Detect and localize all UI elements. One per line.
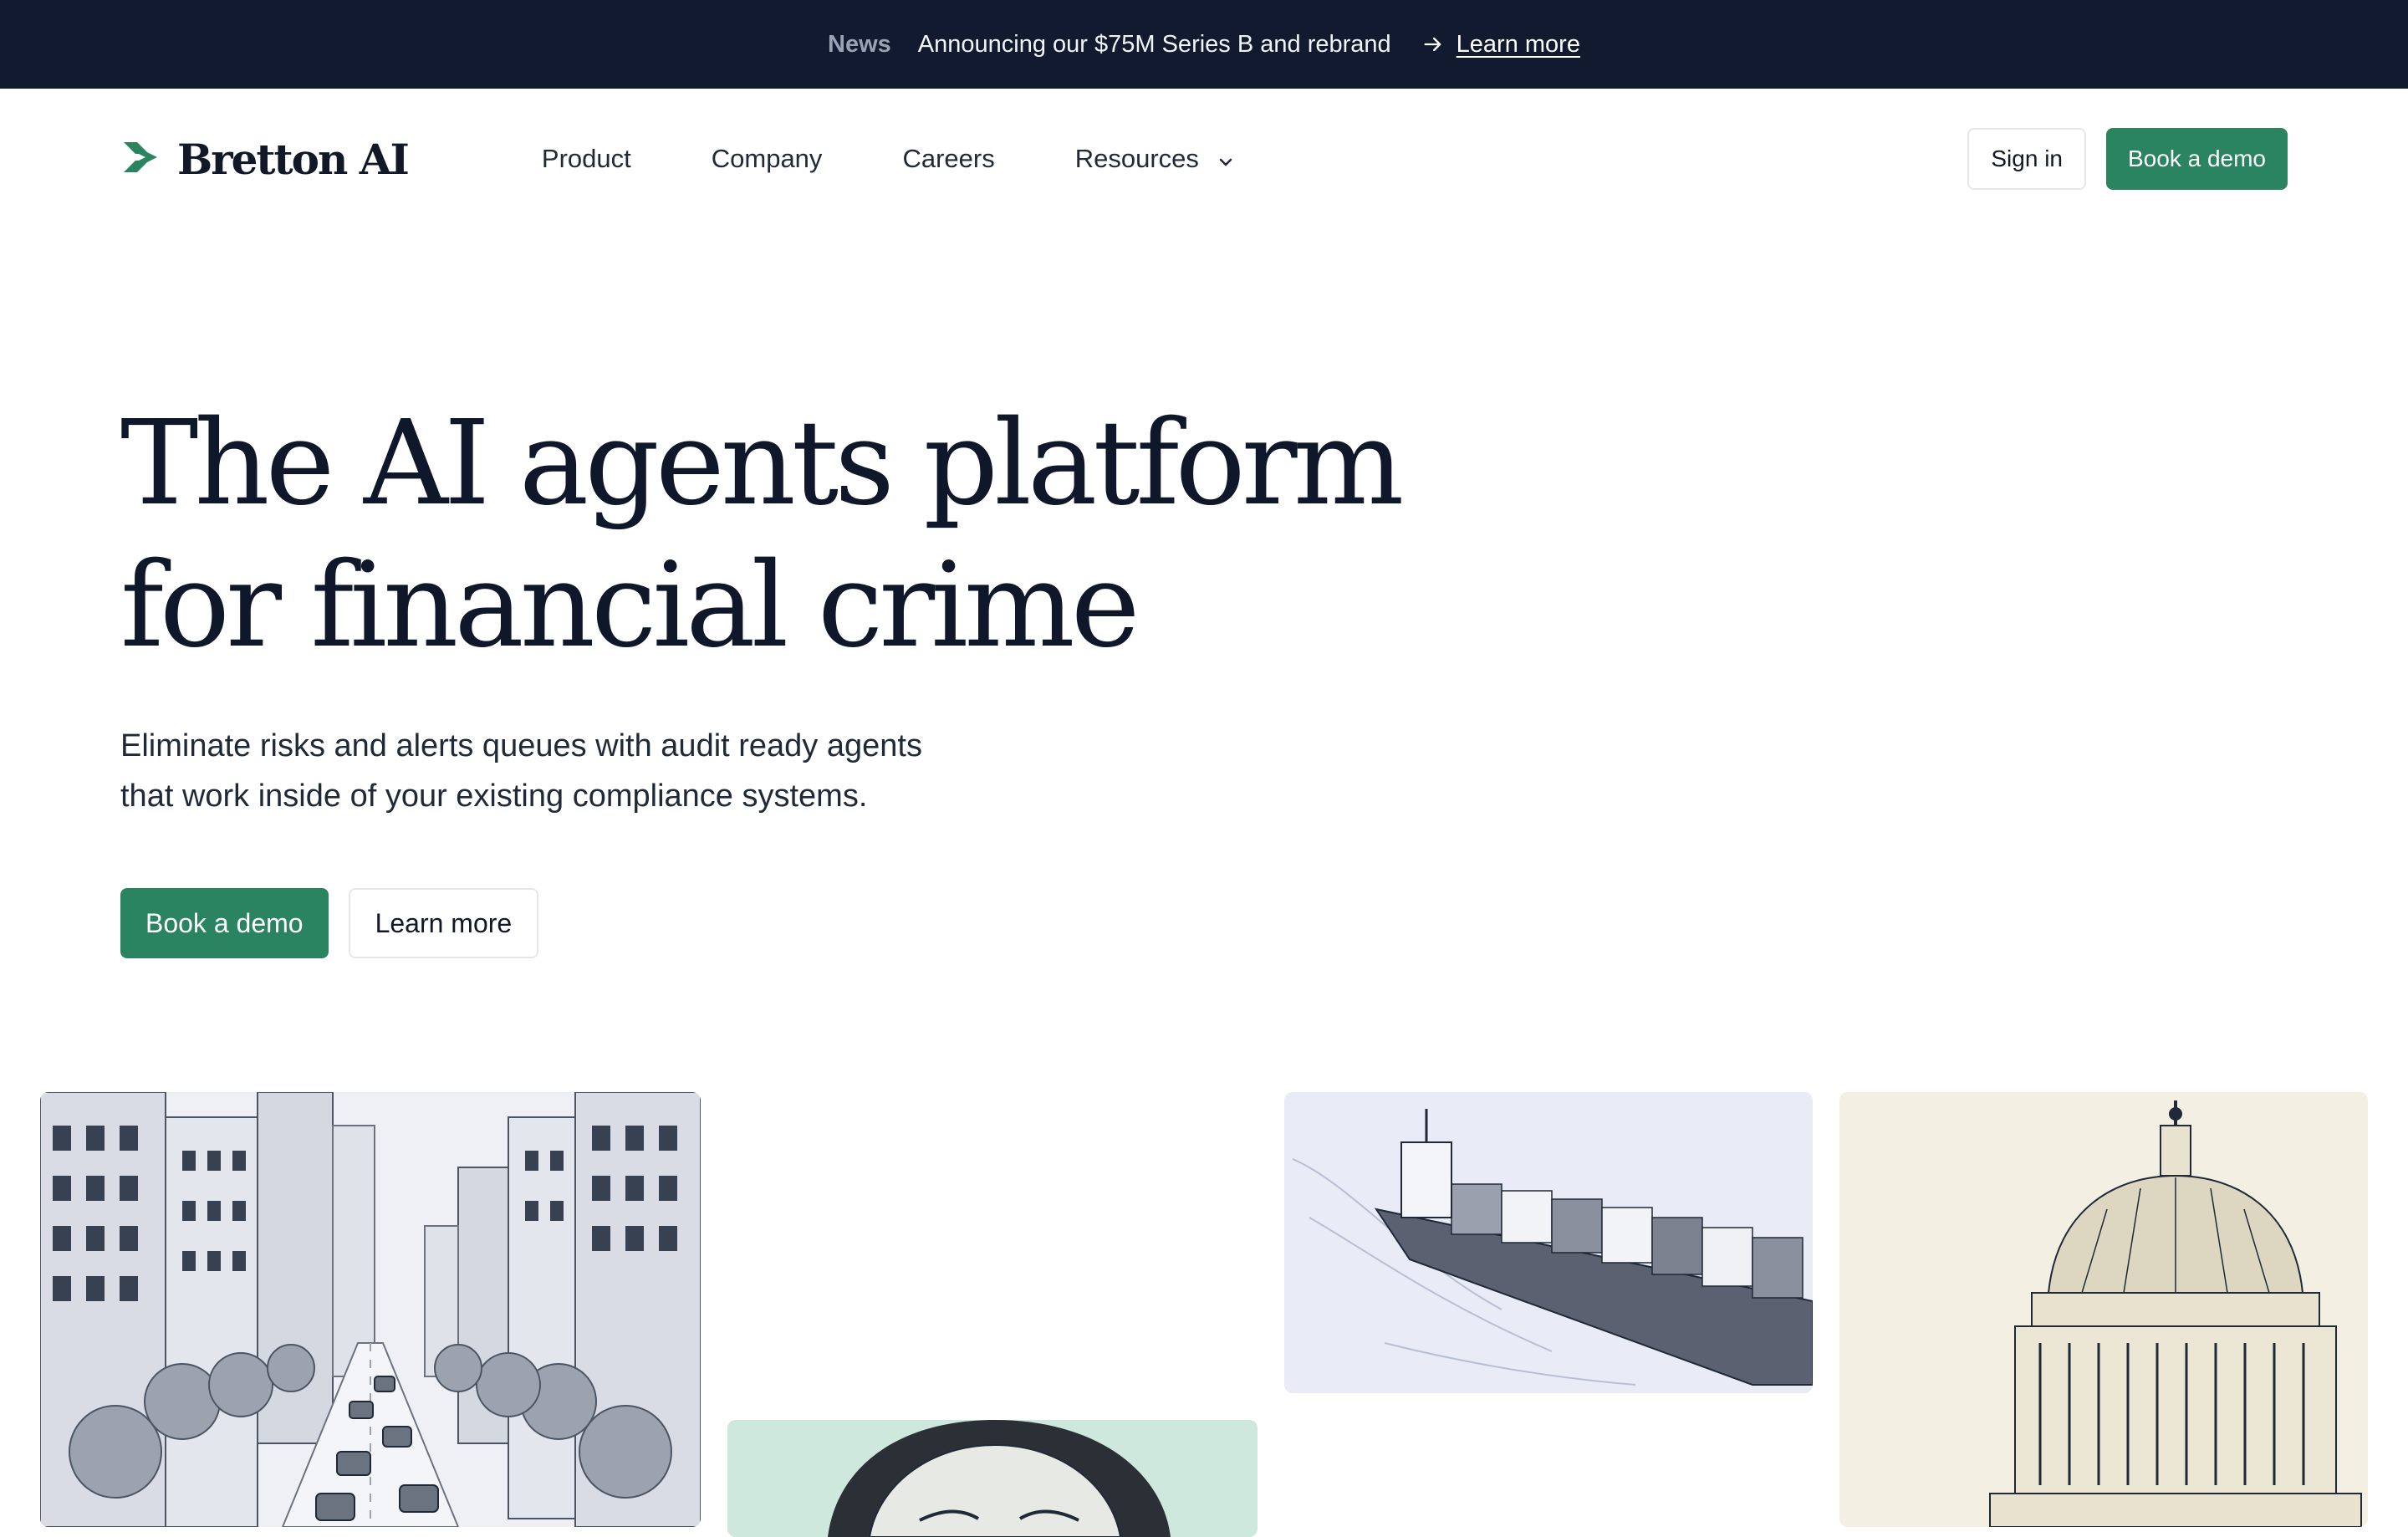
announcement-message: Announcing our $75M Series B and rebrand: [917, 30, 1391, 58]
hero-subtitle-line-1: Eliminate risks and alerts queues with a…: [120, 728, 922, 763]
nav-item-resources[interactable]: Resources: [1075, 144, 1236, 174]
nav-item-careers[interactable]: Careers: [902, 144, 994, 174]
nav-item-label: Resources: [1074, 144, 1199, 173]
announcement-tag: News: [828, 30, 891, 58]
nav-item-label: Product: [541, 144, 631, 173]
brand-name: Bretton AI: [177, 134, 410, 184]
main-nav: Bretton AI Product Company Careers Resou…: [0, 89, 2408, 229]
sign-in-button[interactable]: Sign in: [1967, 128, 2086, 190]
book-demo-button[interactable]: Book a demo: [2106, 128, 2288, 190]
hero-subtitle: Eliminate risks and alerts queues with a…: [120, 721, 1057, 821]
nav-item-label: Careers: [902, 144, 995, 173]
chevron-down-icon: [1216, 149, 1236, 169]
portrait-illustration: [727, 1420, 1258, 1537]
hero-title-line-2: for financial crime: [120, 538, 1140, 674]
nav-actions: Sign in Book a demo: [1967, 89, 2288, 229]
hero-subtitle-line-2: that work inside of your existing compli…: [120, 779, 868, 814]
capitol-dome-illustration: [1839, 1092, 2368, 1527]
announcement-learn-more-link[interactable]: Learn more: [1457, 31, 1580, 59]
hero-heading: The AI agents platform for financial cri…: [120, 393, 1542, 677]
hero-book-demo-button[interactable]: Book a demo: [120, 888, 329, 958]
nav-item-label: Company: [711, 144, 823, 173]
cargo-ship-illustration: [1284, 1092, 1813, 1393]
brand-logo[interactable]: Bretton AI: [120, 134, 410, 184]
hero-cta-group: Book a demo Learn more: [120, 888, 539, 958]
announcement-bar: News Announcing our $75M Series B and re…: [0, 0, 2408, 89]
arrow-right-icon: [1421, 33, 1445, 56]
nav-menu: Product Company Careers Resources: [542, 144, 1316, 174]
nav-item-company[interactable]: Company: [712, 144, 823, 174]
hero-title-line-1: The AI agents platform: [120, 396, 1404, 532]
logo-mark-icon: [120, 137, 161, 181]
hero-learn-more-button[interactable]: Learn more: [348, 888, 539, 958]
city-street-illustration: [40, 1092, 701, 1527]
nav-item-product[interactable]: Product: [542, 144, 631, 174]
